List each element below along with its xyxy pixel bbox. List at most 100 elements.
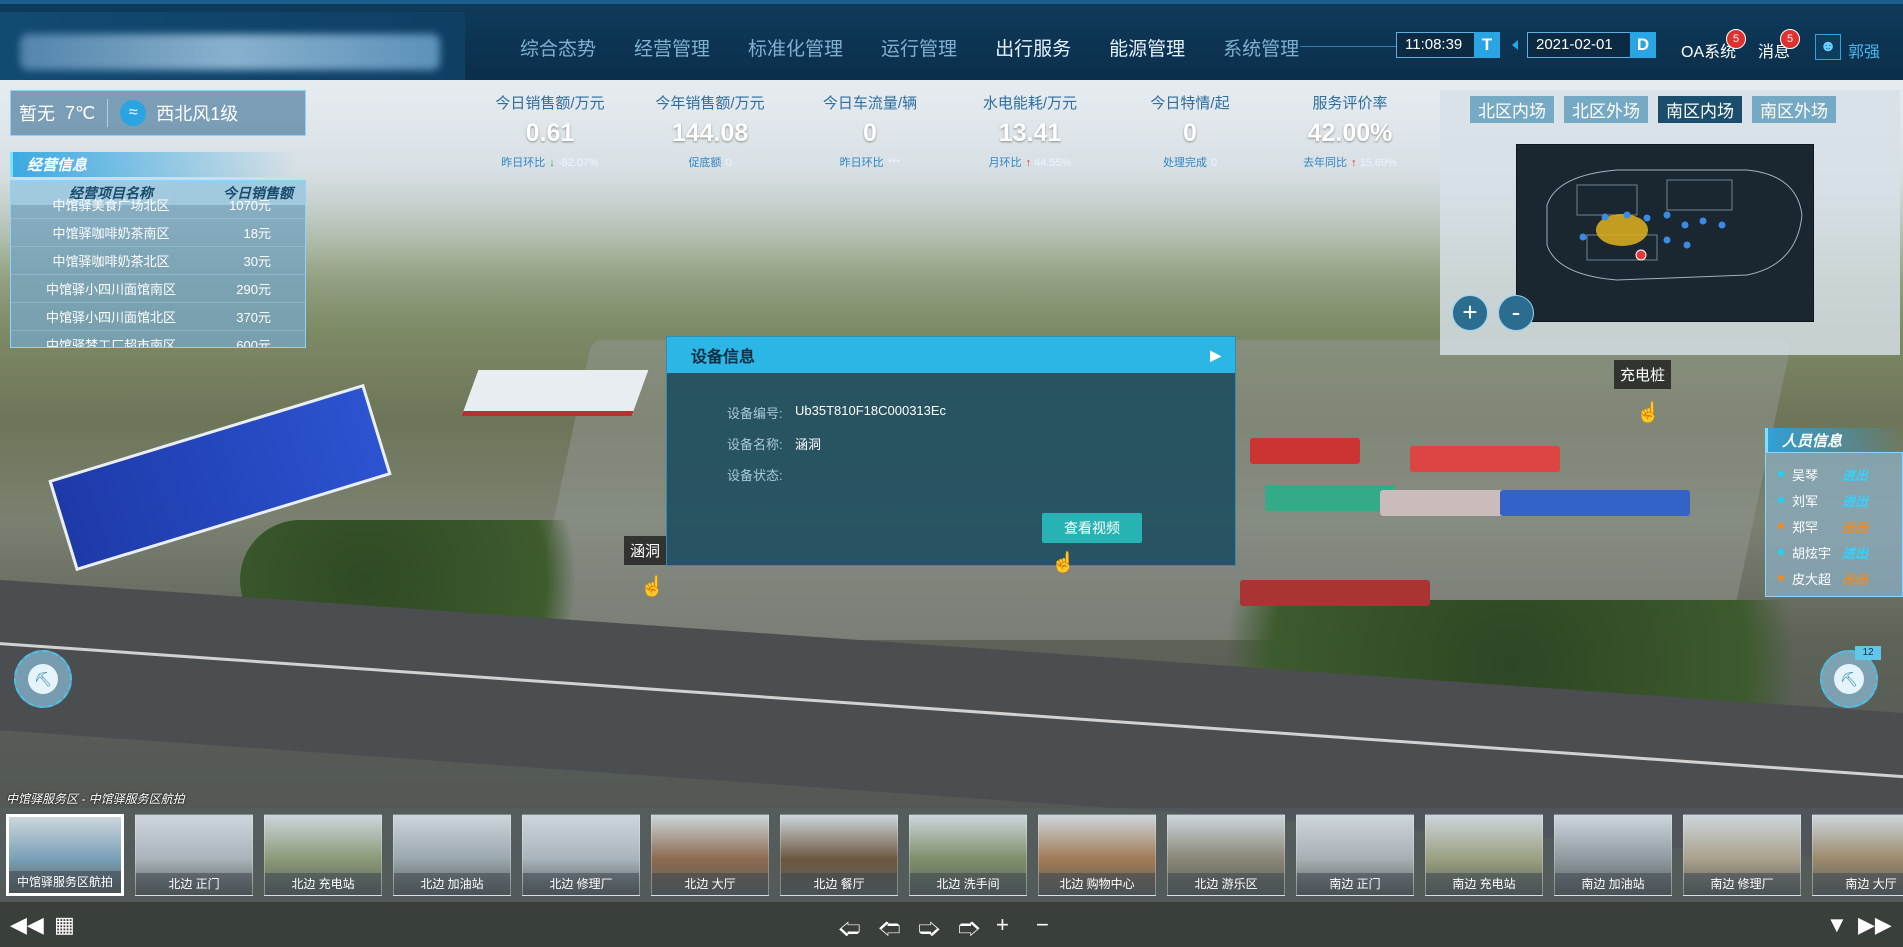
nav-item-1[interactable]: 经营管理 bbox=[634, 34, 710, 61]
kpi-value: 0 bbox=[863, 119, 877, 147]
view-control-left[interactable]: ⛏ bbox=[14, 650, 72, 708]
device-marker[interactable] bbox=[1683, 241, 1691, 249]
device-marker[interactable] bbox=[1699, 217, 1707, 225]
arrow-right-icon[interactable]: 🢢 bbox=[878, 912, 901, 947]
list-item[interactable]: 刘军 进出 bbox=[1778, 487, 1902, 513]
chevron-right-icon[interactable]: ▶ bbox=[1210, 347, 1221, 364]
device-id-label: 设备编号: bbox=[727, 406, 783, 421]
nav-item-3[interactable]: 运行管理 bbox=[881, 34, 957, 61]
project-name: 中馆驿梦工厂超市南区 bbox=[45, 338, 176, 348]
device-status-label: 设备状态: bbox=[727, 468, 783, 483]
wind-icon: ≈ bbox=[120, 100, 147, 126]
scene-thumbnail[interactable]: 南边 大厅 bbox=[1812, 814, 1903, 896]
kpi-sub-label: 月环比 bbox=[988, 157, 1022, 169]
device-marker[interactable] bbox=[1718, 221, 1726, 229]
kpi-sub-label: 昨日环比 bbox=[839, 157, 884, 169]
nav-item-6[interactable]: 系统管理 bbox=[1223, 34, 1299, 61]
culvert-hotspot-label[interactable]: 涵洞 bbox=[624, 536, 667, 565]
table-row[interactable]: 中馆驿梦工厂超市南区 600元 bbox=[11, 331, 305, 348]
list-item[interactable]: 胡炫宇 进出 bbox=[1778, 539, 1902, 565]
device-marker[interactable] bbox=[1663, 211, 1671, 219]
date-display: 2021-02-01 bbox=[1527, 32, 1635, 58]
kpi-label: 水电能耗/万元 bbox=[982, 95, 1078, 112]
person-name: 刘军 bbox=[1792, 493, 1819, 509]
arrow-up-icon: ↑ bbox=[1351, 157, 1360, 169]
kpi-sub: 去年同比 ↑ 15.69% bbox=[1270, 154, 1430, 170]
device-marker[interactable] bbox=[1579, 233, 1587, 241]
map-tab-2[interactable]: 南区内场 bbox=[1658, 96, 1742, 123]
zoom-in-button[interactable]: + bbox=[1452, 295, 1488, 331]
ops-table-body[interactable]: 中馆驿美食广场北区 1070元 中馆驿咖啡奶茶南区 18元 中馆驿咖啡奶茶北区 30元 中馆… bbox=[11, 191, 305, 348]
user-icon[interactable]: ☻ bbox=[1815, 34, 1841, 60]
time-tag[interactable]: T bbox=[1474, 32, 1500, 58]
device-name-label: 设备名称: bbox=[727, 437, 783, 452]
scene-thumbnail[interactable]: 北边 充电站 bbox=[264, 814, 382, 896]
scene-thumbnail[interactable]: 中馆驿服务区航拍 bbox=[6, 814, 124, 896]
plus-icon[interactable]: + bbox=[996, 912, 1009, 938]
scene-thumbnail[interactable]: 南边 修理厂 bbox=[1683, 814, 1801, 896]
scene-thumbnail[interactable]: 北边 餐厅 bbox=[780, 814, 898, 896]
current-position-marker[interactable] bbox=[1635, 249, 1647, 261]
device-name-row: 设备名称: 涵洞 bbox=[727, 434, 1235, 453]
arrow-left-icon[interactable]: 🢠 bbox=[838, 912, 861, 947]
arrow-down-icon[interactable]: 🢣 bbox=[958, 912, 981, 947]
table-row[interactable]: 中馆驿小四川面馆北区 370元 bbox=[11, 303, 305, 331]
device-marker[interactable] bbox=[1623, 211, 1631, 219]
list-item[interactable]: 吴琴 进出 bbox=[1778, 461, 1902, 487]
hand-pointer-icon[interactable]: ☝ bbox=[640, 574, 665, 600]
scene-thumbnail[interactable]: 北边 洗手间 bbox=[909, 814, 1027, 896]
scene-thumbnail[interactable]: 北边 正门 bbox=[135, 814, 253, 896]
map-tab-0[interactable]: 北区内场 bbox=[1470, 96, 1554, 123]
device-marker[interactable] bbox=[1681, 221, 1689, 229]
zoom-out-button[interactable]: - bbox=[1498, 295, 1534, 331]
nav-item-2[interactable]: 标准化管理 bbox=[748, 34, 843, 61]
list-item[interactable]: 郑罕 出出 bbox=[1778, 513, 1902, 539]
device-marker[interactable] bbox=[1643, 214, 1651, 222]
scene-thumbnail[interactable]: 北边 修理厂 bbox=[522, 814, 640, 896]
kpi-value: 0 bbox=[1183, 119, 1197, 147]
nav-item-4[interactable]: 出行服务 bbox=[995, 34, 1071, 61]
grid-icon[interactable]: ▦ bbox=[54, 912, 75, 938]
nav-item-5[interactable]: 能源管理 bbox=[1109, 34, 1185, 61]
fast-forward-icon[interactable]: ▶▶ bbox=[1858, 912, 1892, 938]
map-tab-1[interactable]: 北区外场 bbox=[1564, 96, 1648, 123]
table-row[interactable]: 中馆驿小四川面馆南区 290元 bbox=[11, 275, 305, 303]
arrow-up-icon[interactable]: 🢡 bbox=[918, 912, 941, 947]
scene-thumbnail[interactable]: 南边 正门 bbox=[1296, 814, 1414, 896]
thumbnail-label: 北边 修理厂 bbox=[523, 873, 639, 895]
thumbnail-label: 北边 购物中心 bbox=[1039, 873, 1155, 895]
scene-thumbnail[interactable]: 南边 充电站 bbox=[1425, 814, 1543, 896]
map-panel: 北区内场 北区外场 南区内场 南区外场 + - bbox=[1440, 90, 1900, 355]
view-video-button[interactable]: 查看视频 bbox=[1042, 513, 1142, 543]
table-row[interactable]: 中馆驿咖啡奶茶南区 18元 bbox=[11, 219, 305, 247]
kpi-label: 今日车流量/辆 bbox=[822, 95, 918, 112]
hand-pointer-icon[interactable]: ☝ bbox=[1051, 550, 1076, 576]
sales-value: 370元 bbox=[236, 310, 271, 325]
rewind-icon[interactable]: ◀◀ bbox=[10, 912, 44, 938]
hand-pointer-icon[interactable]: ☝ bbox=[1636, 400, 1661, 426]
charging-hotspot-label[interactable]: 充电桩 bbox=[1614, 360, 1672, 389]
table-row[interactable]: 中馆驿咖啡奶茶北区 30元 bbox=[11, 247, 305, 275]
scene-thumbnail[interactable]: 北边 大厅 bbox=[651, 814, 769, 896]
map-tab-3[interactable]: 南区外场 bbox=[1752, 96, 1836, 123]
scene-thumbnail[interactable]: 北边 游乐区 bbox=[1167, 814, 1285, 896]
device-marker[interactable] bbox=[1601, 213, 1609, 221]
device-marker[interactable] bbox=[1663, 236, 1671, 244]
scene-thumbnail[interactable]: 北边 加油站 bbox=[393, 814, 511, 896]
username[interactable]: 郭强 bbox=[1848, 38, 1880, 62]
truck bbox=[1240, 580, 1430, 606]
device-status-row: 设备状态: bbox=[727, 465, 1235, 484]
floor-plan-map[interactable] bbox=[1516, 144, 1814, 322]
dropdown-icon[interactable]: ▼ bbox=[1826, 912, 1848, 938]
scene-thumbnail[interactable]: 北边 购物中心 bbox=[1038, 814, 1156, 896]
kpi-value: 13.41 bbox=[998, 119, 1062, 147]
date-tag[interactable]: D bbox=[1630, 32, 1656, 58]
floor-plan-drawing bbox=[1546, 169, 1803, 281]
list-item[interactable]: 皮大超 出出 bbox=[1778, 565, 1902, 591]
kpi-value: 0.61 bbox=[525, 119, 575, 147]
nav-item-0[interactable]: 综合态势 bbox=[520, 34, 596, 61]
table-row[interactable]: 中馆驿美食广场北区 1070元 bbox=[11, 191, 305, 219]
minus-icon[interactable]: − bbox=[1036, 912, 1049, 938]
scene-thumbnail[interactable]: 南边 加油站 bbox=[1554, 814, 1672, 896]
chevron-left-icon[interactable] bbox=[1512, 40, 1518, 50]
